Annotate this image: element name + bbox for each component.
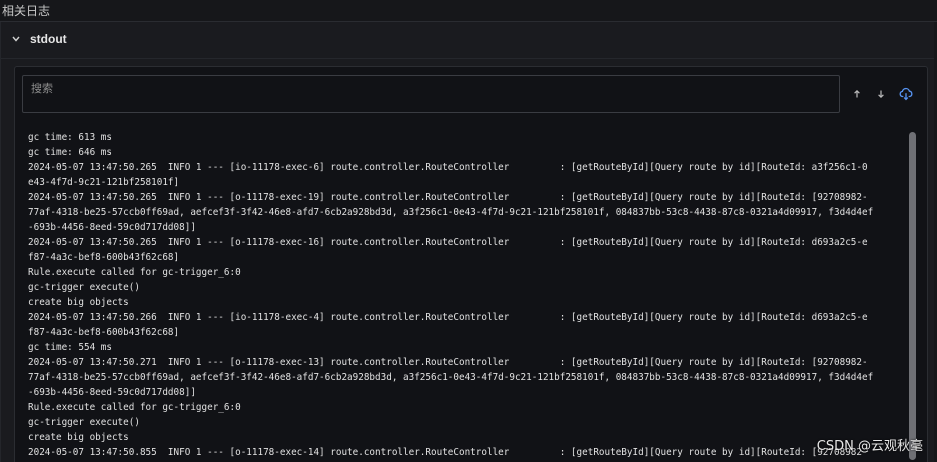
scrollbar[interactable]: [909, 130, 916, 462]
search-input[interactable]: [22, 75, 840, 113]
log-viewer: gc time: 613 ms gc time: 646 ms 2024-05-07…: [14, 66, 928, 462]
log-line: gc time: 646 ms: [28, 147, 112, 158]
log-line: f87-4a3c-bef8-600b43f62c68]: [28, 252, 180, 263]
arrow-up-icon: [854, 89, 860, 98]
log-line: -693b-4456-8eed-59c0d717dd08]]: [28, 387, 196, 398]
log-line: 2024-05-07 13:47:50.265 INFO 1 --- [io-1…: [28, 162, 868, 173]
next-match-button[interactable]: [874, 87, 888, 101]
previous-match-button[interactable]: [850, 87, 864, 101]
log-line: gc time: 554 ms: [28, 342, 112, 353]
log-line: -693b-4456-8eed-59c0d717dd08]]: [28, 222, 196, 233]
log-line: gc-trigger execute(): [28, 282, 140, 293]
log-line: gc-trigger execute(): [28, 417, 140, 428]
log-line: 2024-05-07 13:47:50.855 INFO 1 --- [o-11…: [28, 447, 868, 458]
cloud-download-icon: [899, 87, 913, 101]
log-line: Rule.execute called for gc-trigger_6:0: [28, 267, 241, 278]
log-line: Rule.execute called for gc-trigger_6:0: [28, 402, 241, 413]
scrollbar-thumb[interactable]: [909, 132, 916, 460]
arrow-down-icon: [878, 90, 884, 99]
log-line: f87-4a3c-bef8-600b43f62c68]: [28, 327, 180, 338]
log-line: 2024-05-07 13:47:50.265 INFO 1 --- [o-11…: [28, 192, 868, 203]
chevron-down-icon[interactable]: [11, 34, 21, 44]
divider: [1, 58, 934, 59]
log-line: 77af-4318-be25-57ccb0ff69ad, aefcef3f-3f…: [28, 207, 874, 218]
stdout-panel: stdout 搜索 gc time: 613 ms gc time: 646 m…: [0, 22, 934, 462]
log-line: gc time: 613 ms: [28, 132, 112, 143]
log-line: 2024-05-07 13:47:50.271 INFO 1 --- [o-11…: [28, 357, 868, 368]
log-line: e43-4f7d-9c21-121bf258101f]: [28, 177, 180, 188]
log-line: create big objects: [28, 297, 129, 308]
stdout-panel-header[interactable]: stdout: [11, 30, 67, 48]
log-lines: gc time: 613 ms gc time: 646 ms 2024-05-07…: [28, 130, 908, 462]
log-line: 2024-05-07 13:47:50.266 INFO 1 --- [io-1…: [28, 312, 868, 323]
log-page: 相关日志 stdout 搜索 gc time: 613 ms gc time: …: [0, 0, 937, 462]
log-line: create big objects: [28, 432, 129, 443]
watermark: CSDN @云观秋毫: [816, 439, 923, 454]
section-title: 相关日志: [2, 4, 51, 18]
download-button[interactable]: [899, 87, 913, 101]
panel-label: stdout: [30, 32, 67, 46]
log-line: 2024-05-07 13:47:50.265 INFO 1 --- [o-11…: [28, 237, 868, 248]
log-line: 77af-4318-be25-57ccb0ff69ad, aefcef3f-3f…: [28, 372, 874, 383]
